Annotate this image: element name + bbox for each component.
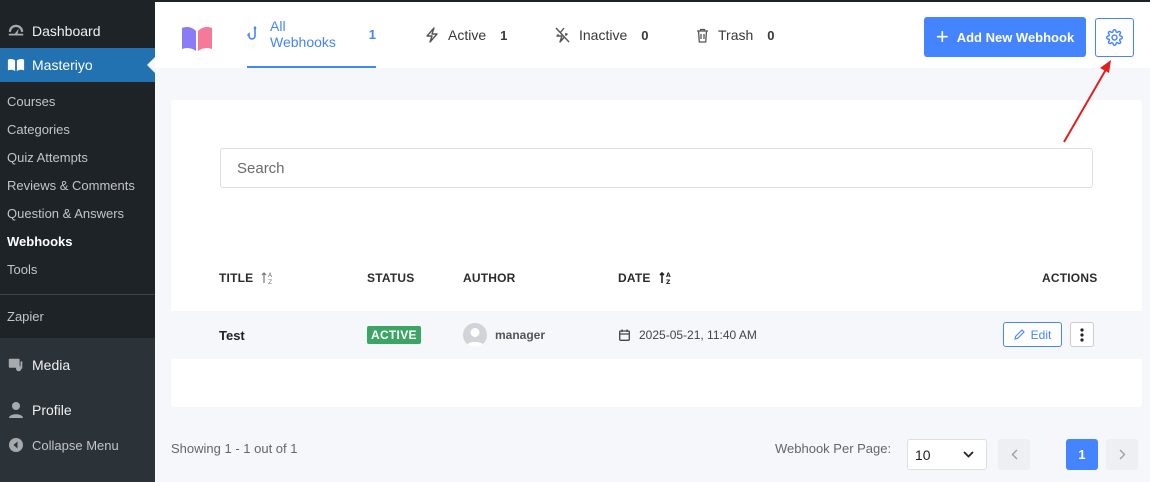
column-header-title[interactable]: TITLE AZ <box>219 271 275 285</box>
date-cell: 2025-05-21, 11:40 AM <box>619 311 757 359</box>
avatar <box>463 323 487 347</box>
user-icon <box>6 400 26 420</box>
sidebar-divider <box>0 294 155 295</box>
author-name: manager <box>495 328 546 342</box>
page-header: All Webhooks 1 Active 1 Inactive 0 Trash… <box>155 0 1150 68</box>
sidebar-subitem-courses[interactable]: Courses <box>0 88 155 116</box>
column-header-date[interactable]: DATE AZ <box>618 271 673 285</box>
trash-icon <box>696 28 709 43</box>
sidebar-subitem-quiz-attempts[interactable]: Quiz Attempts <box>0 144 155 172</box>
sidebar-label-dashboard: Dashboard <box>32 23 101 39</box>
tab-label: Inactive <box>579 27 628 43</box>
collapse-icon <box>6 435 26 455</box>
sidebar-item-dashboard[interactable]: Dashboard <box>0 16 101 46</box>
tab-trash[interactable]: Trash 0 <box>696 2 775 68</box>
media-icon <box>6 355 26 375</box>
sidebar-subitem-reviews[interactable]: Reviews & Comments <box>0 172 155 200</box>
sidebar-label-masteriyo: Masteriyo <box>32 57 93 73</box>
pencil-icon <box>1013 329 1025 340</box>
collapse-menu-button[interactable]: Collapse Menu <box>0 430 155 460</box>
sort-icon[interactable]: AZ <box>659 271 673 285</box>
tab-label: Active <box>448 27 487 43</box>
webhooks-panel: Search TITLE AZ STATUS AUTHOR DATE AZ AC… <box>171 100 1142 407</box>
per-page-label: Webhook Per Page: <box>775 441 892 456</box>
tab-inactive[interactable]: Inactive 0 <box>555 2 648 68</box>
sidebar-item-profile[interactable]: Profile <box>0 395 155 425</box>
sidebar-label-media: Media <box>32 357 71 373</box>
sort-icon[interactable]: AZ <box>261 271 275 285</box>
dashboard-icon <box>6 21 26 41</box>
svg-text:Z: Z <box>268 279 272 285</box>
kebab-icon <box>1080 327 1084 342</box>
column-header-status: STATUS <box>367 271 415 285</box>
per-page-select[interactable]: 10 <box>907 439 987 470</box>
search-placeholder: Search <box>237 159 285 177</box>
column-date-label: DATE <box>618 271 651 285</box>
sidebar-subitem-tools[interactable]: Tools <box>0 256 155 284</box>
tab-count: 0 <box>641 27 649 43</box>
gear-icon <box>1106 29 1123 46</box>
bolt-icon <box>425 27 439 43</box>
next-page-button[interactable] <box>1106 439 1138 470</box>
chevron-left-icon <box>1011 449 1018 460</box>
column-header-actions: ACTIONS <box>1042 271 1098 285</box>
settings-button[interactable] <box>1095 18 1134 57</box>
svg-text:Z: Z <box>666 279 671 285</box>
tab-all-webhooks[interactable]: All Webhooks 1 <box>247 2 376 68</box>
edit-label: Edit <box>1030 327 1052 342</box>
sidebar-label-collapse: Collapse Menu <box>32 437 119 453</box>
row-title[interactable]: Test <box>219 311 245 359</box>
admin-sidebar: Dashboard Masteriyo Courses Categories Q… <box>0 0 155 482</box>
sidebar-submenu: Courses Categories Quiz Attempts Reviews… <box>0 88 155 284</box>
previous-page-button[interactable] <box>998 439 1030 470</box>
calendar-icon <box>619 329 630 341</box>
sidebar-item-masteriyo[interactable]: Masteriyo <box>0 48 155 82</box>
sidebar-item-media[interactable]: Media <box>0 350 155 380</box>
sidebar-subitem-question-answers[interactable]: Question & Answers <box>0 200 155 228</box>
status-cell: ACTIVE <box>367 311 421 359</box>
column-title-label: TITLE <box>219 271 254 285</box>
hook-icon <box>247 26 261 42</box>
svg-text:A: A <box>666 272 671 279</box>
sidebar-lower-block: Media Profile Collapse Menu <box>0 338 155 482</box>
author-cell: manager <box>463 311 545 359</box>
add-new-webhook-label: Add New Webhook <box>956 29 1075 45</box>
more-actions-button[interactable] <box>1070 322 1094 347</box>
chevron-right-icon <box>1119 449 1126 460</box>
table-row: Test ACTIVE manager 2025-05-21, 11:40 AM… <box>171 311 1142 359</box>
bolt-off-icon <box>555 27 570 43</box>
add-new-webhook-button[interactable]: + Add New Webhook <box>924 17 1086 57</box>
tab-label: Trash <box>718 27 754 43</box>
plus-icon: + <box>935 24 949 49</box>
tab-label: All Webhooks <box>270 18 336 50</box>
book-icon <box>6 55 26 75</box>
edit-button[interactable]: Edit <box>1003 322 1062 347</box>
page-button-current[interactable]: 1 <box>1066 439 1098 470</box>
status-badge: ACTIVE <box>367 326 421 344</box>
chevron-down-icon <box>963 451 974 458</box>
svg-text:A: A <box>268 272 273 279</box>
masteriyo-logo <box>182 27 212 51</box>
pagination-summary: Showing 1 - 1 out of 1 <box>171 441 298 456</box>
tab-count: 1 <box>368 26 376 42</box>
column-header-author: AUTHOR <box>463 271 516 285</box>
sidebar-subitem-webhooks[interactable]: Webhooks <box>0 228 155 256</box>
tab-count: 0 <box>767 27 775 43</box>
sidebar-subitem-zapier[interactable]: Zapier <box>7 304 44 330</box>
tab-count: 1 <box>500 27 508 43</box>
search-input[interactable]: Search <box>220 148 1093 188</box>
row-date: 2025-05-21, 11:40 AM <box>639 328 757 342</box>
tab-active[interactable]: Active 1 <box>425 2 507 68</box>
sidebar-subitem-categories[interactable]: Categories <box>0 116 155 144</box>
sidebar-label-profile: Profile <box>32 402 72 418</box>
per-page-value: 10 <box>915 446 931 463</box>
